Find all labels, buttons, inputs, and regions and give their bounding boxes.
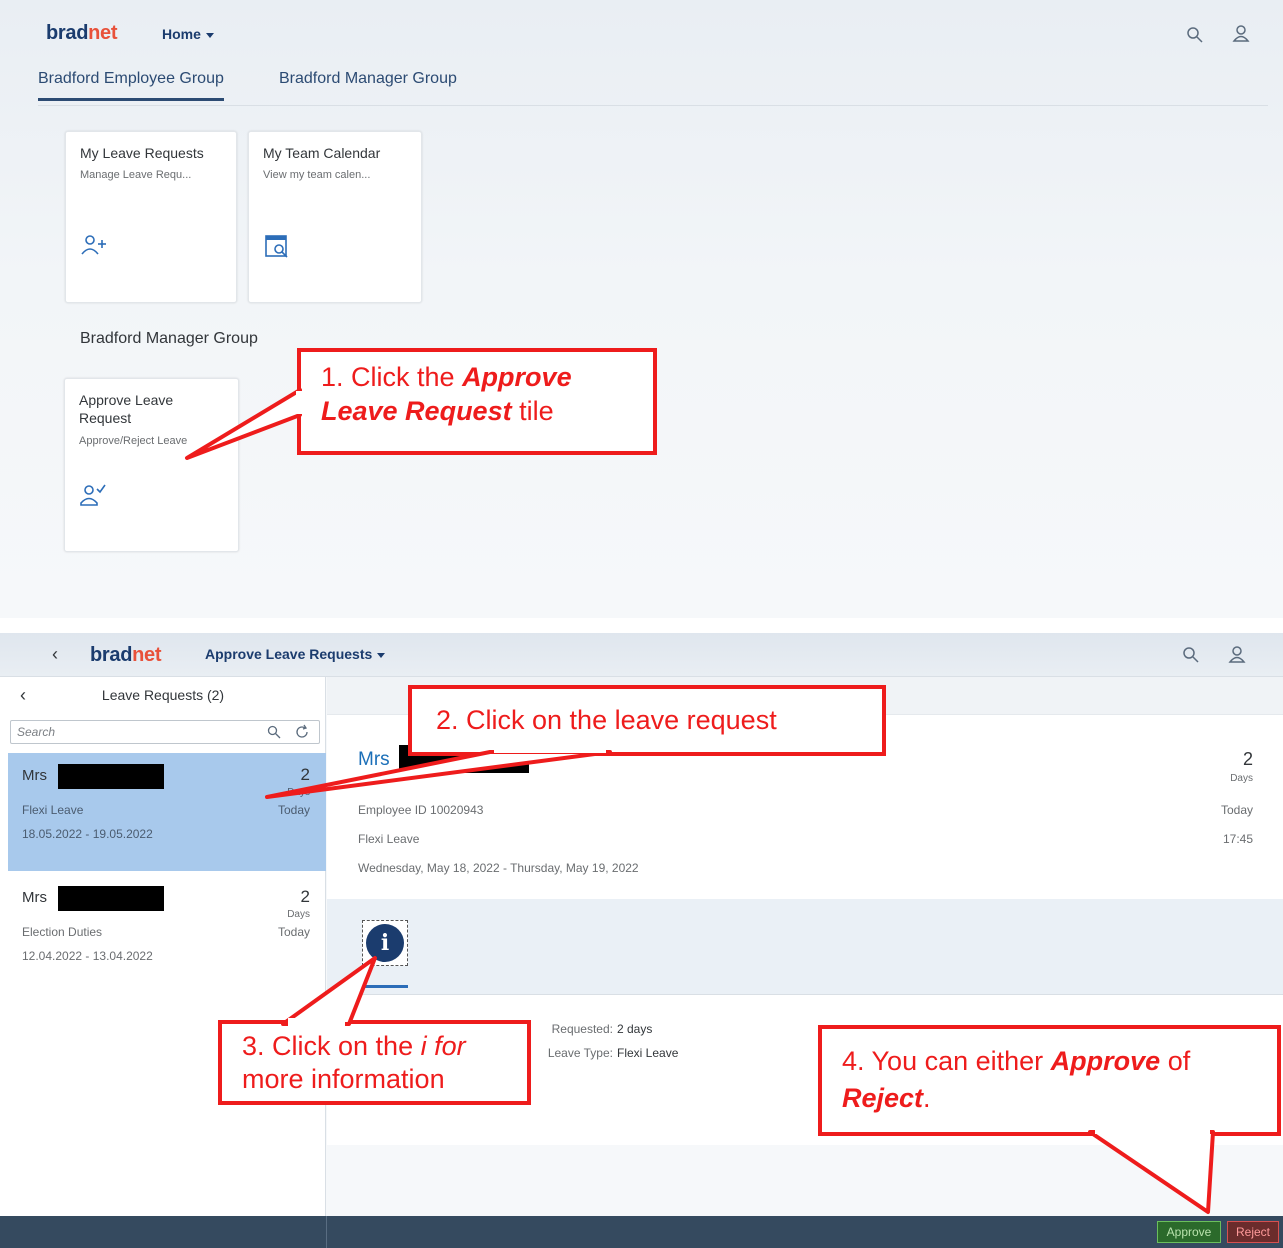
tab-selected-indicator xyxy=(362,985,408,988)
tile-subtitle: Manage Leave Requ... xyxy=(80,169,192,181)
days-unit: Days xyxy=(287,909,310,920)
leave-date-range: Wednesday, May 18, 2022 - Thursday, May … xyxy=(358,861,639,875)
days-unit: Days xyxy=(287,787,310,798)
app-title-menu[interactable]: Approve Leave Requests xyxy=(205,646,386,662)
calendar-search-icon xyxy=(265,235,288,258)
tile-title: My Team Calendar xyxy=(263,145,381,161)
reject-button[interactable]: Reject xyxy=(1227,1221,1279,1243)
master-header: ‹ Leave Requests (2) xyxy=(0,677,326,715)
leave-type: Election Duties xyxy=(22,925,103,939)
icon-tab-bar: i xyxy=(327,899,1283,995)
submitted-time: 17:45 xyxy=(1222,832,1253,846)
submitted-when: Today xyxy=(277,925,310,939)
user-check-icon xyxy=(80,484,106,506)
footer-toolbar: Approve Reject xyxy=(0,1216,1283,1248)
master-list-pane: ‹ Leave Requests (2) Mrs 2 Days Flexi Le… xyxy=(0,677,326,1248)
approve-leave-app-screenshot: ‹ bradnet Approve Leave Requests ‹ Leave… xyxy=(0,633,1283,1248)
tile-approve-leave-request[interactable]: Approve Leave Request Approve/Reject Lea… xyxy=(64,378,239,552)
list-item-leave-request[interactable]: Mrs 2 Days Flexi Leave Today 18.05.2022 … xyxy=(8,753,326,871)
search-field[interactable] xyxy=(10,720,320,744)
leave-type: Flexi Leave xyxy=(358,832,420,846)
search-icon[interactable] xyxy=(1186,26,1204,44)
user-icon[interactable] xyxy=(1232,24,1250,42)
search-icon[interactable] xyxy=(1182,646,1200,664)
bradnet-logo[interactable]: bradnet xyxy=(46,22,118,45)
approve-button[interactable]: Approve xyxy=(1157,1221,1221,1243)
redaction-bar xyxy=(58,764,164,789)
days-count: 2 xyxy=(300,765,310,784)
days-unit: Days xyxy=(1230,773,1253,784)
employee-id: Employee ID 10020943 xyxy=(358,803,484,817)
days-count: 2 xyxy=(300,887,310,906)
section-title-manager-group: Bradford Manager Group xyxy=(80,330,258,347)
redaction-bar xyxy=(58,886,164,911)
tile-subtitle: Approve/Reject Leave xyxy=(79,435,188,447)
shell-bar: ‹ bradnet Approve Leave Requests xyxy=(0,633,1283,677)
tile-my-team-calendar[interactable]: My Team Calendar View my team calen... xyxy=(248,131,422,303)
tab-bradford-manager-group[interactable]: Bradford Manager Group xyxy=(279,70,457,98)
list-item-leave-request[interactable]: Mrs 2 Days Election Duties Today 12.04.2… xyxy=(8,875,326,993)
requester-name: Mrs xyxy=(358,749,390,770)
requester-name: Mrs xyxy=(22,767,47,784)
shell-bar: bradnet Home xyxy=(0,0,1283,52)
tab-bradford-employee-group[interactable]: Bradford Employee Group xyxy=(38,70,224,101)
master-title: Leave Requests (2) xyxy=(101,687,225,703)
caret-down-icon xyxy=(377,652,386,658)
group-tab-bar: Bradford Employee Group Bradford Manager… xyxy=(38,70,1268,106)
days-count: 2 xyxy=(1242,749,1253,769)
search-input[interactable] xyxy=(17,724,257,740)
tile-subtitle: View my team calen... xyxy=(263,169,371,181)
tile-my-leave-requests[interactable]: My Leave Requests Manage Leave Requ... xyxy=(65,131,237,303)
detail-pane: Mrs Employee ID 10020943 Flexi Leave Wed… xyxy=(327,677,1283,1248)
leave-dates: 12.04.2022 - 13.04.2022 xyxy=(22,949,153,963)
submitted-when: Today xyxy=(277,803,310,817)
refresh-icon[interactable] xyxy=(294,724,310,740)
requester-name: Mrs xyxy=(22,889,47,906)
footer-divider xyxy=(326,1216,327,1248)
annotation-step-3: 3. Click on the i for more information xyxy=(218,1020,531,1105)
search-icon[interactable] xyxy=(267,725,281,739)
back-icon[interactable]: ‹ xyxy=(52,644,58,665)
annotation-step-4: 4. You can either Approve of Reject. xyxy=(818,1025,1281,1136)
annotation-step-2: 2. Click on the leave request xyxy=(408,685,886,756)
leave-type: Flexi Leave xyxy=(22,803,84,817)
info-icon: i xyxy=(366,924,404,962)
tab-info[interactable]: i xyxy=(362,920,408,966)
tile-title: My Leave Requests xyxy=(80,145,204,161)
add-user-icon xyxy=(81,235,106,255)
launchpad-screenshot: bradnet Home Bradford Employee Group Bra… xyxy=(0,0,1283,618)
leave-dates: 18.05.2022 - 19.05.2022 xyxy=(22,827,153,841)
bradnet-logo[interactable]: bradnet xyxy=(90,644,162,667)
caret-down-icon xyxy=(205,32,214,38)
tile-title: Approve Leave Request xyxy=(79,392,174,426)
user-icon[interactable] xyxy=(1228,645,1246,663)
annotation-step-1: 1. Click the Approve Leave Request tile xyxy=(297,348,657,455)
submitted-day: Today xyxy=(1220,803,1253,817)
home-menu-button[interactable]: Home xyxy=(162,26,214,42)
